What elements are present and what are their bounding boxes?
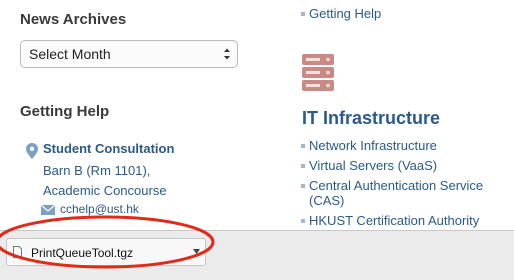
getting-help-link[interactable]: Getting Help: [300, 6, 381, 21]
address-line-2: Academic Concourse: [43, 183, 167, 198]
virtual-servers-link[interactable]: Virtual Servers (VaaS): [300, 158, 437, 173]
server-icon: [302, 54, 334, 91]
month-select-value: Select Month: [29, 46, 111, 62]
it-infrastructure-title: IT Infrastructure: [302, 108, 441, 128]
envelope-icon: [41, 205, 55, 215]
certification-authority-link[interactable]: HKUST Certification Authority: [300, 213, 479, 228]
cas-link[interactable]: Central Authentication Service: [300, 178, 483, 193]
download-item[interactable]: PrintQueueTool.tgz: [6, 238, 206, 266]
download-file-name: PrintQueueTool.tgz: [31, 246, 134, 260]
location-pin-icon: [26, 143, 38, 159]
chevron-updown-icon: [224, 48, 230, 60]
dropdown-arrow-icon[interactable]: [193, 249, 200, 255]
file-icon: [13, 246, 22, 258]
student-consultation-link[interactable]: Student Consultation: [43, 141, 174, 156]
cas-link-continued[interactable]: (CAS): [309, 193, 344, 208]
month-select[interactable]: Select Month: [20, 40, 238, 68]
address-line-1: Barn B (Rm 1101),: [43, 163, 151, 178]
getting-help-title: Getting Help: [20, 103, 110, 120]
email-link[interactable]: cchelp@ust.hk: [60, 202, 139, 216]
network-infrastructure-link[interactable]: Network Infrastructure: [301, 138, 437, 153]
news-archives-title: News Archives: [20, 11, 127, 28]
download-bar: PrintQueueTool.tgz: [0, 230, 514, 280]
